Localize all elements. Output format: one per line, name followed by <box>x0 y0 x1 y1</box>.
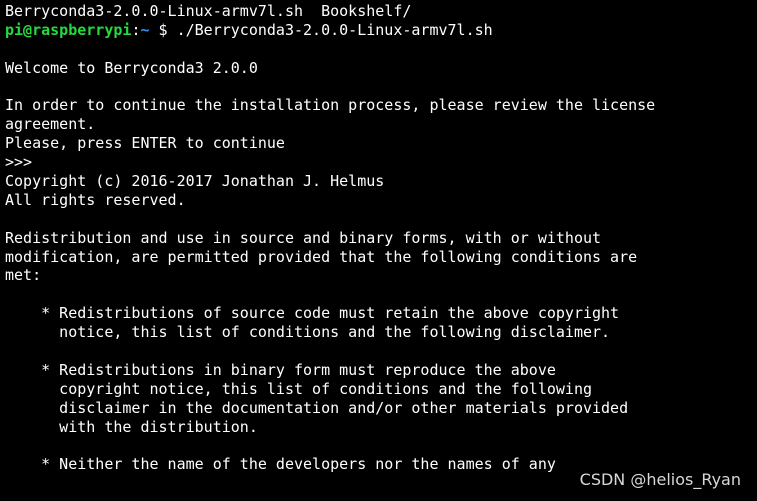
terminal-output[interactable]: Berryconda3-2.0.0-Linux-armv7l.sh Booksh… <box>5 2 757 474</box>
output-line: met: <box>5 266 42 285</box>
output-line: Please, press ENTER to continue <box>5 134 285 153</box>
output-line: Copyright (c) 2016-2017 Jonathan J. Helm… <box>5 172 385 191</box>
output-line: with the distribution. <box>5 417 258 436</box>
output-line: All rights reserved. <box>5 190 186 209</box>
output-line: * Redistributions of source code must re… <box>5 304 620 323</box>
prompt-command: ./Berryconda3-2.0.0-Linux-armv7l.sh <box>176 20 493 39</box>
output-line: agreement. <box>5 115 96 134</box>
output-line: In order to continue the installation pr… <box>5 96 656 115</box>
output-line: disclaimer in the documentation and/or o… <box>5 398 629 417</box>
output-line: * Redistributions in binary form must re… <box>5 360 556 379</box>
command-prompt-line: pi@raspberrypi:~ $ ./Berryconda3-2.0.0-L… <box>5 21 757 40</box>
output-line: >>> <box>5 153 33 172</box>
output-line: modification, are permitted provided tha… <box>5 247 638 266</box>
prompt-path: ~ <box>140 20 150 39</box>
output-line: Redistribution and use in source and bin… <box>5 228 602 247</box>
output-line: notice, this list of conditions and the … <box>5 323 611 342</box>
ls-output-line: Berryconda3-2.0.0-Linux-armv7l.sh Booksh… <box>5 2 412 20</box>
prompt-user-host: pi@raspberrypi <box>5 20 132 39</box>
watermark-text: CSDN @helios_Ryan <box>579 470 741 489</box>
output-line: Welcome to Berryconda3 2.0.0 <box>5 58 258 77</box>
output-line: copyright notice, this list of condition… <box>5 379 592 398</box>
prompt-symbol: $ <box>149 20 177 39</box>
